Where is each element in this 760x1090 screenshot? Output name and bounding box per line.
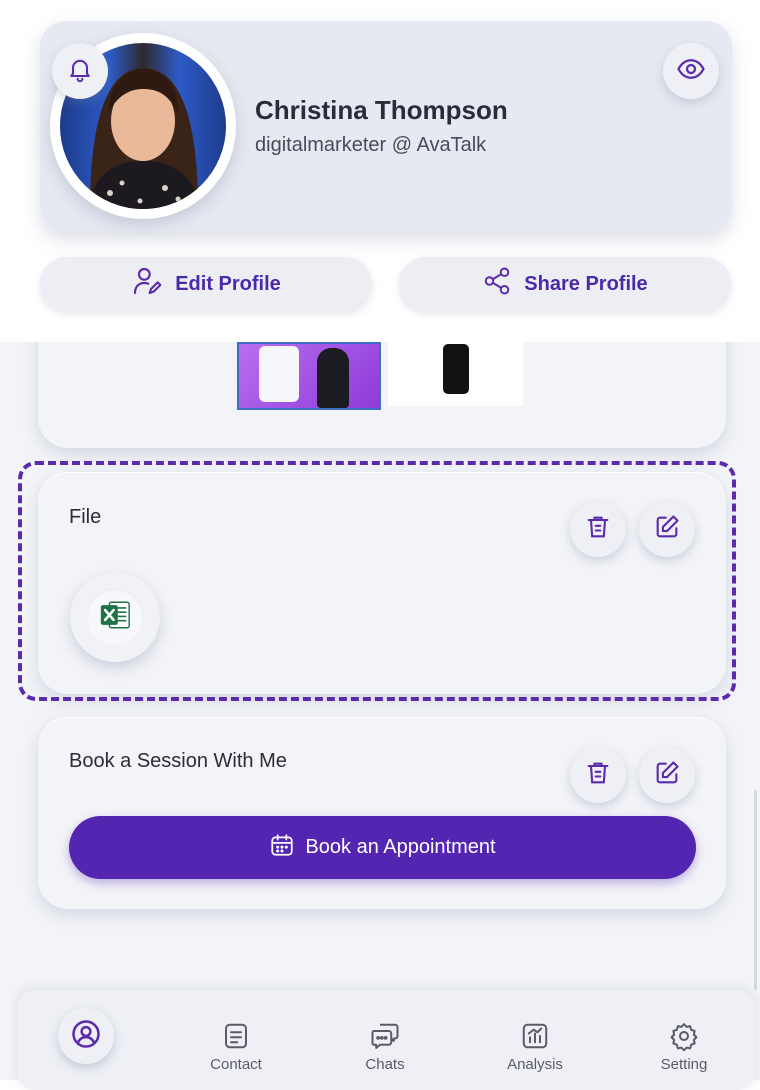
notifications-button[interactable]: [52, 43, 108, 99]
nav-label-setting: Setting: [660, 1056, 708, 1073]
edit-profile-label: Edit Profile: [175, 272, 281, 295]
edit-booking-button[interactable]: [639, 747, 695, 803]
profile-icon: [71, 1019, 101, 1054]
scrollbar[interactable]: [754, 790, 757, 990]
delete-booking-button[interactable]: [570, 747, 626, 803]
selected-file-outline: [18, 461, 736, 701]
book-appointment-label: Book an Appointment: [305, 836, 496, 858]
phone-mockup: [443, 344, 469, 394]
nav-label-chats: Chats: [365, 1056, 405, 1073]
bottom-navigation: Contact Chats Analysis Setting: [17, 990, 755, 1090]
trash-icon: [584, 759, 612, 792]
nav-item-chats[interactable]: Chats: [335, 990, 435, 1080]
eye-icon: [676, 54, 706, 89]
gear-icon: [668, 1020, 700, 1052]
visibility-button[interactable]: [663, 43, 719, 99]
nav-item-analysis[interactable]: Analysis: [485, 990, 585, 1080]
booking-card-title: Book a Session With Me: [69, 750, 287, 772]
user-edit-icon: [131, 265, 163, 303]
person-figure: [317, 348, 349, 408]
share-profile-label: Share Profile: [524, 272, 648, 295]
profile-name: Christina Thompson: [255, 95, 508, 125]
profile-handle: digitalmarketer @ AvaTalk: [255, 134, 487, 156]
share-icon: [482, 266, 512, 302]
contact-icon: [220, 1020, 252, 1052]
bell-icon: [66, 55, 94, 88]
calendar-icon: [269, 832, 295, 864]
analysis-icon: [519, 1020, 551, 1052]
nav-item-contact[interactable]: Contact: [186, 990, 286, 1080]
nav-label-analysis: Analysis: [507, 1056, 563, 1073]
nav-item-profile[interactable]: [58, 1008, 114, 1064]
chats-icon: [369, 1020, 401, 1052]
edit-icon: [653, 759, 681, 792]
media-thumbnail[interactable]: [237, 342, 381, 410]
media-thumbnail[interactable]: [388, 342, 523, 406]
booking-card: Book a Session With Me Book an Appointme…: [38, 717, 726, 909]
profile-header: Christina Thompson digitalmarketer @ Ava…: [0, 0, 760, 342]
book-appointment-button[interactable]: Book an Appointment: [69, 816, 696, 879]
nav-item-setting[interactable]: Setting: [634, 990, 734, 1080]
phone-mockup: [259, 346, 299, 402]
share-profile-button[interactable]: Share Profile: [399, 257, 731, 311]
nav-label-contact: Contact: [210, 1056, 262, 1073]
edit-profile-button[interactable]: Edit Profile: [40, 257, 372, 311]
